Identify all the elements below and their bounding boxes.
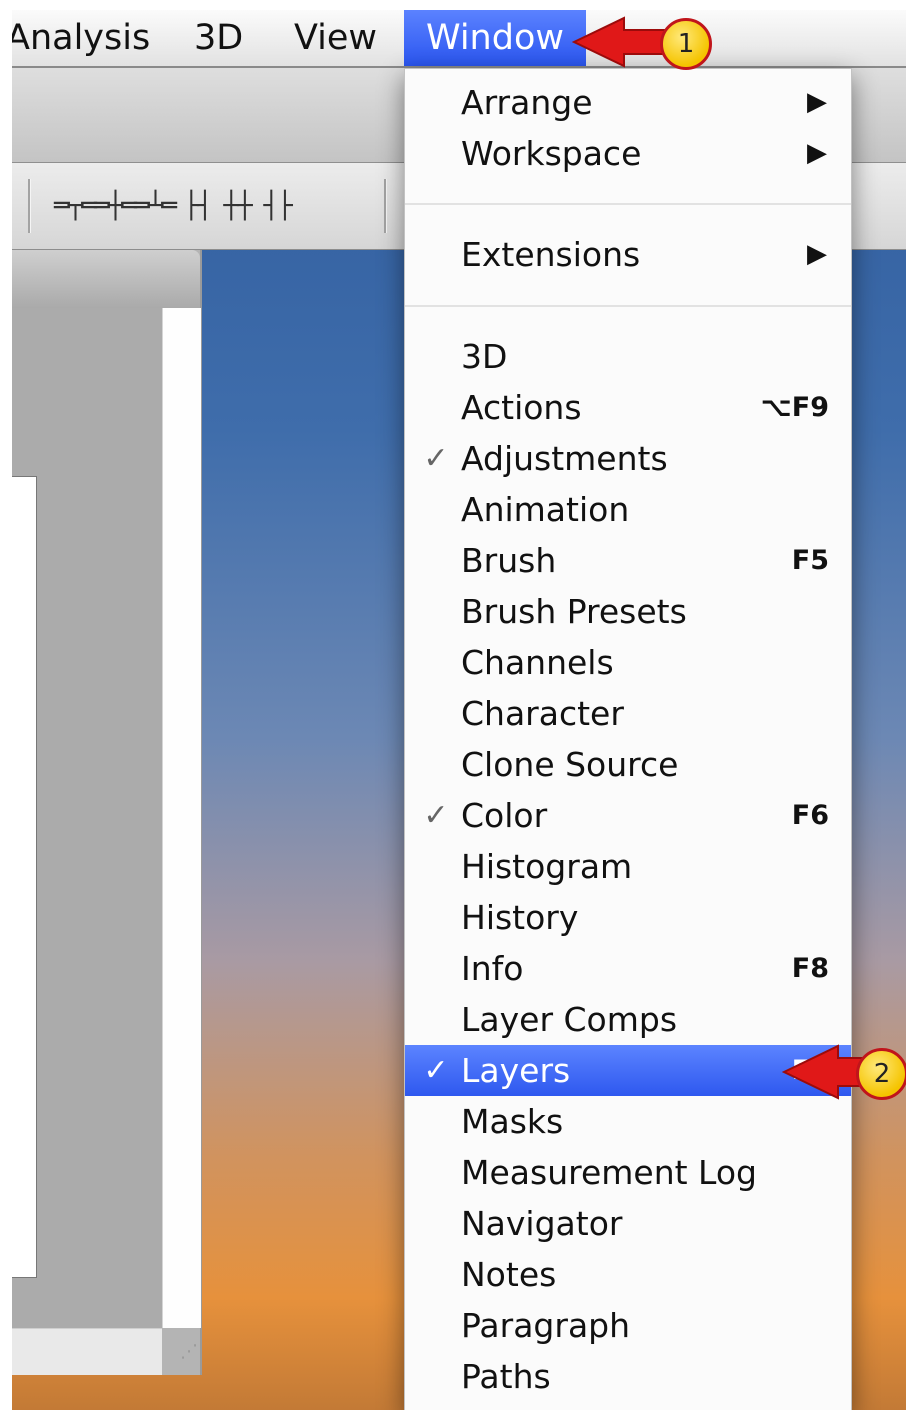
toolbar-separator bbox=[384, 179, 387, 233]
menu-item-label: Clone Source bbox=[461, 745, 679, 784]
menu-item-3d[interactable]: 3D bbox=[405, 331, 851, 382]
menu-item-label: Brush bbox=[461, 541, 557, 580]
menu-item-brush[interactable]: Brush F5 bbox=[405, 535, 851, 586]
align-right-edges-icon[interactable]: ┤├ bbox=[260, 191, 294, 221]
menu-item-history[interactable]: History bbox=[405, 892, 851, 943]
menu-item-label: Adjustments bbox=[461, 439, 668, 478]
document-window: ⋰ bbox=[12, 250, 202, 1375]
menu-item-clone-source[interactable]: Clone Source bbox=[405, 739, 851, 790]
align-vertical-centers-icon[interactable]: ═┼═ bbox=[94, 191, 137, 221]
menu-item-paragraph[interactable]: Paragraph bbox=[405, 1300, 851, 1351]
align-bottom-edges-icon[interactable]: ═┴═ bbox=[134, 191, 177, 221]
checkmark-icon: ✓ bbox=[423, 798, 449, 833]
toolbar-separator bbox=[28, 179, 31, 233]
menu-item-actions[interactable]: Actions ⌥F9 bbox=[405, 382, 851, 433]
menu-item-label: Brush Presets bbox=[461, 592, 687, 631]
menu-item-extensions[interactable]: Extensions ▶ bbox=[405, 229, 851, 280]
menu-item-measurement-log[interactable]: Measurement Log bbox=[405, 1147, 851, 1198]
menu-item-label: History bbox=[461, 898, 579, 937]
document-page bbox=[12, 476, 37, 1278]
menu-item-animation[interactable]: Animation bbox=[405, 484, 851, 535]
shortcut-label: F8 bbox=[791, 953, 829, 984]
menu-item-layer-comps[interactable]: Layer Comps bbox=[405, 994, 851, 1045]
align-top-edges-icon[interactable]: ═┬═ bbox=[54, 191, 97, 221]
menu-view[interactable]: View bbox=[294, 10, 377, 66]
menu-item-label: Notes bbox=[461, 1255, 557, 1294]
callout-1: 1 bbox=[572, 14, 722, 76]
menu-item-label: Layer Comps bbox=[461, 1000, 678, 1039]
align-left-edges-icon[interactable]: ├┤ bbox=[180, 191, 214, 221]
submenu-arrow-icon: ▶ bbox=[807, 87, 827, 117]
menu-item-label: Extensions bbox=[461, 235, 641, 274]
screenshot-stage: Analysis 3D View Window p ═┬═ ═┼═ ═┴═ ├┤… bbox=[12, 10, 906, 1410]
menu-item-paths[interactable]: Paths bbox=[405, 1351, 851, 1402]
menu-item-info[interactable]: Info F8 bbox=[405, 943, 851, 994]
vertical-scrollbar[interactable] bbox=[162, 308, 201, 1328]
menu-item-navigator[interactable]: Navigator bbox=[405, 1198, 851, 1249]
resize-grip-icon[interactable]: ⋰ bbox=[164, 1332, 198, 1372]
document-canvas-area[interactable] bbox=[12, 308, 162, 1328]
menu-item-label: Color bbox=[461, 796, 548, 835]
menu-item-adjustments[interactable]: ✓ Adjustments bbox=[405, 433, 851, 484]
menu-item-label: Animation bbox=[461, 490, 630, 529]
menu-item-label: Measurement Log bbox=[461, 1153, 757, 1192]
align-horizontal-centers-icon[interactable]: ┼┼ bbox=[220, 191, 254, 221]
document-tab[interactable] bbox=[12, 250, 200, 309]
shortcut-label: ⌥F9 bbox=[760, 392, 829, 423]
menu-item-label: Paths bbox=[461, 1357, 551, 1396]
checkmark-icon: ✓ bbox=[423, 441, 449, 476]
menu-item-channels[interactable]: Channels bbox=[405, 637, 851, 688]
menu-item-label: 3D bbox=[461, 337, 508, 376]
menu-item-workspace[interactable]: Workspace ▶ bbox=[405, 128, 851, 179]
menu-item-label: Arrange bbox=[461, 83, 593, 122]
menu-item-label: Actions bbox=[461, 388, 582, 427]
menu-item-label: Character bbox=[461, 694, 624, 733]
menu-3d[interactable]: 3D bbox=[194, 10, 243, 66]
menu-separator bbox=[405, 305, 851, 307]
menu-separator bbox=[405, 203, 851, 205]
menu-item-label: Paragraph bbox=[461, 1306, 631, 1345]
menu-item-styles[interactable]: St... bbox=[405, 1402, 851, 1410]
menu-item-label: Histogram bbox=[461, 847, 633, 886]
menu-item-notes[interactable]: Notes bbox=[405, 1249, 851, 1300]
menu-item-label: St... bbox=[461, 1402, 526, 1410]
callout-2: 2 bbox=[782, 1040, 906, 1106]
menu-item-brush-presets[interactable]: Brush Presets bbox=[405, 586, 851, 637]
checkmark-icon: ✓ bbox=[423, 1053, 449, 1088]
menu-bar: Analysis 3D View Window p bbox=[12, 10, 906, 68]
menu-item-label: Layers bbox=[461, 1051, 571, 1090]
shortcut-label: F6 bbox=[791, 800, 829, 831]
menu-item-histogram[interactable]: Histogram bbox=[405, 841, 851, 892]
menu-item-label: Workspace bbox=[461, 134, 642, 173]
menu-window[interactable]: Window bbox=[404, 10, 587, 66]
menu-item-label: Navigator bbox=[461, 1204, 623, 1243]
shortcut-label: F5 bbox=[791, 545, 829, 576]
submenu-arrow-icon: ▶ bbox=[807, 239, 827, 269]
window-menu-dropdown: Arrange ▶ Workspace ▶ Extensions ▶ 3D Ac… bbox=[404, 68, 852, 1410]
menu-item-character[interactable]: Character bbox=[405, 688, 851, 739]
menu-item-label: Masks bbox=[461, 1102, 564, 1141]
menu-item-color[interactable]: ✓ Color F6 bbox=[405, 790, 851, 841]
menu-analysis[interactable]: Analysis bbox=[12, 10, 150, 66]
callout-number-badge: 1 bbox=[660, 18, 712, 70]
menu-item-arrange[interactable]: Arrange ▶ bbox=[405, 77, 851, 128]
menu-item-label: Channels bbox=[461, 643, 614, 682]
horizontal-scrollbar[interactable] bbox=[12, 1328, 162, 1375]
submenu-arrow-icon: ▶ bbox=[807, 138, 827, 168]
callout-number-badge: 2 bbox=[856, 1048, 906, 1100]
menu-item-label: Info bbox=[461, 949, 524, 988]
